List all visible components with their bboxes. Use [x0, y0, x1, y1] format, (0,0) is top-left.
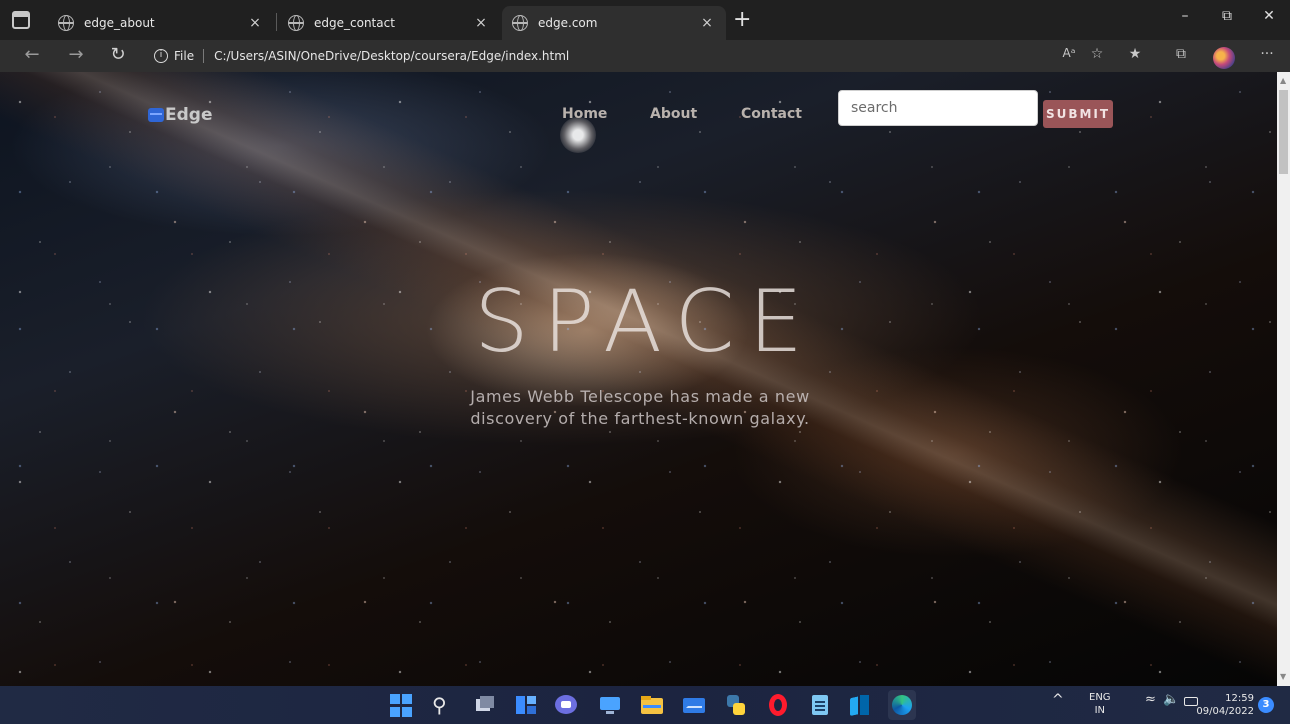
file-scheme-label: File	[174, 49, 195, 63]
address-bar[interactable]: i File C:/Users/ASIN/OneDrive/Desktop/co…	[144, 43, 1074, 69]
logo-icon	[148, 108, 164, 122]
scroll-down-icon[interactable]: ▼	[1280, 672, 1287, 682]
language-code: ENG	[1089, 692, 1111, 703]
tray-chevron-icon[interactable]: ^	[1052, 692, 1064, 708]
tab-edge-contact[interactable]: edge_contact ×	[278, 6, 500, 40]
search-icon[interactable]: ⚲	[432, 693, 456, 717]
tab-edge-com[interactable]: edge.com ×	[502, 6, 726, 40]
close-tab-icon[interactable]: ×	[698, 15, 716, 31]
add-favorite-icon[interactable]: ☆	[1086, 46, 1108, 62]
favorites-icon[interactable]: ★	[1124, 46, 1146, 62]
file-explorer-icon[interactable]	[640, 693, 664, 717]
tab-divider	[276, 13, 277, 31]
url-text[interactable]: C:/Users/ASIN/OneDrive/Desktop/coursera/…	[214, 49, 569, 63]
task-view-icon[interactable]	[472, 693, 496, 717]
minimize-button[interactable]: –	[1170, 8, 1200, 24]
hero-subtitle: James Webb Telescope has made a new disc…	[440, 386, 840, 430]
logo-text: Edge	[165, 105, 213, 125]
bright-star	[560, 117, 596, 153]
close-tab-icon[interactable]: ×	[472, 15, 490, 31]
close-tab-icon[interactable]: ×	[246, 15, 264, 31]
tab-title: edge_about	[84, 16, 155, 30]
more-icon[interactable]: ···	[1256, 46, 1278, 62]
tab-title: edge.com	[538, 16, 598, 30]
hero-title: SPACE	[474, 272, 817, 372]
back-arrow-icon[interactable]: ←	[18, 44, 46, 65]
page-viewport: Edge Home About Contact SUBMIT SPACE Jam…	[0, 72, 1277, 686]
hero-subtitle-line: James Webb Telescope has made a new	[470, 387, 810, 406]
desktop-icon[interactable]	[598, 693, 622, 717]
vertical-scrollbar[interactable]: ▲ ▼	[1277, 72, 1290, 686]
scroll-thumb[interactable]	[1279, 90, 1288, 174]
language-indicator[interactable]: ENG IN	[1089, 691, 1111, 717]
globe-icon	[58, 15, 74, 31]
tab-edge-about[interactable]: edge_about ×	[48, 6, 274, 40]
teams-chat-icon[interactable]	[554, 693, 578, 717]
tab-strip: edge_about × edge_contact × edge.com × +…	[0, 0, 1290, 40]
new-tab-button[interactable]: +	[733, 6, 751, 34]
close-window-button[interactable]: ✕	[1254, 8, 1284, 24]
tab-title: edge_contact	[314, 16, 395, 30]
clock-time: 12:59	[1225, 693, 1254, 704]
hero-subtitle-line: discovery of the farthest-known galaxy.	[470, 409, 810, 428]
nav-contact-link[interactable]: Contact	[741, 106, 802, 122]
nav-about-link[interactable]: About	[650, 106, 697, 122]
widgets-icon[interactable]	[514, 693, 538, 717]
nav-home-link[interactable]: Home	[562, 106, 607, 122]
info-icon[interactable]: i	[154, 49, 168, 63]
opera-icon[interactable]	[766, 693, 790, 717]
start-icon[interactable]	[390, 694, 414, 718]
read-aloud-icon[interactable]: Aᵃ	[1058, 46, 1080, 60]
vscode-icon[interactable]	[848, 693, 872, 717]
scroll-up-icon[interactable]: ▲	[1280, 76, 1287, 86]
wifi-icon[interactable]: ≈	[1145, 692, 1156, 707]
starfield-2	[0, 72, 1277, 686]
edge-icon[interactable]	[888, 690, 916, 720]
screen: edge_about × edge_contact × edge.com × +…	[0, 0, 1290, 724]
site-logo[interactable]: Edge	[148, 105, 212, 125]
profile-avatar[interactable]	[1213, 47, 1235, 69]
globe-icon	[288, 15, 304, 31]
python-icon[interactable]	[724, 693, 748, 717]
notification-badge[interactable]: 3	[1258, 697, 1274, 713]
notepad-icon[interactable]	[808, 693, 832, 717]
collections-icon[interactable]: ⧉	[1170, 46, 1192, 62]
address-toolbar: ← → ↻ i File C:/Users/ASIN/OneDrive/Desk…	[0, 40, 1290, 72]
restore-button[interactable]: ⧉	[1212, 8, 1242, 24]
search-input[interactable]	[838, 90, 1038, 126]
volume-icon[interactable]: 🔈	[1163, 692, 1179, 707]
region-code: IN	[1094, 705, 1105, 716]
mail-icon[interactable]	[682, 693, 706, 717]
refresh-icon[interactable]: ↻	[104, 44, 132, 65]
address-divider	[203, 49, 205, 63]
clock-date: 09/04/2022	[1196, 706, 1254, 717]
clock[interactable]: 12:59 09/04/2022	[1190, 692, 1254, 718]
tab-actions-icon[interactable]	[12, 11, 30, 29]
globe-icon	[512, 15, 528, 31]
forward-arrow-icon[interactable]: →	[62, 44, 90, 65]
submit-button[interactable]: SUBMIT	[1043, 100, 1113, 128]
